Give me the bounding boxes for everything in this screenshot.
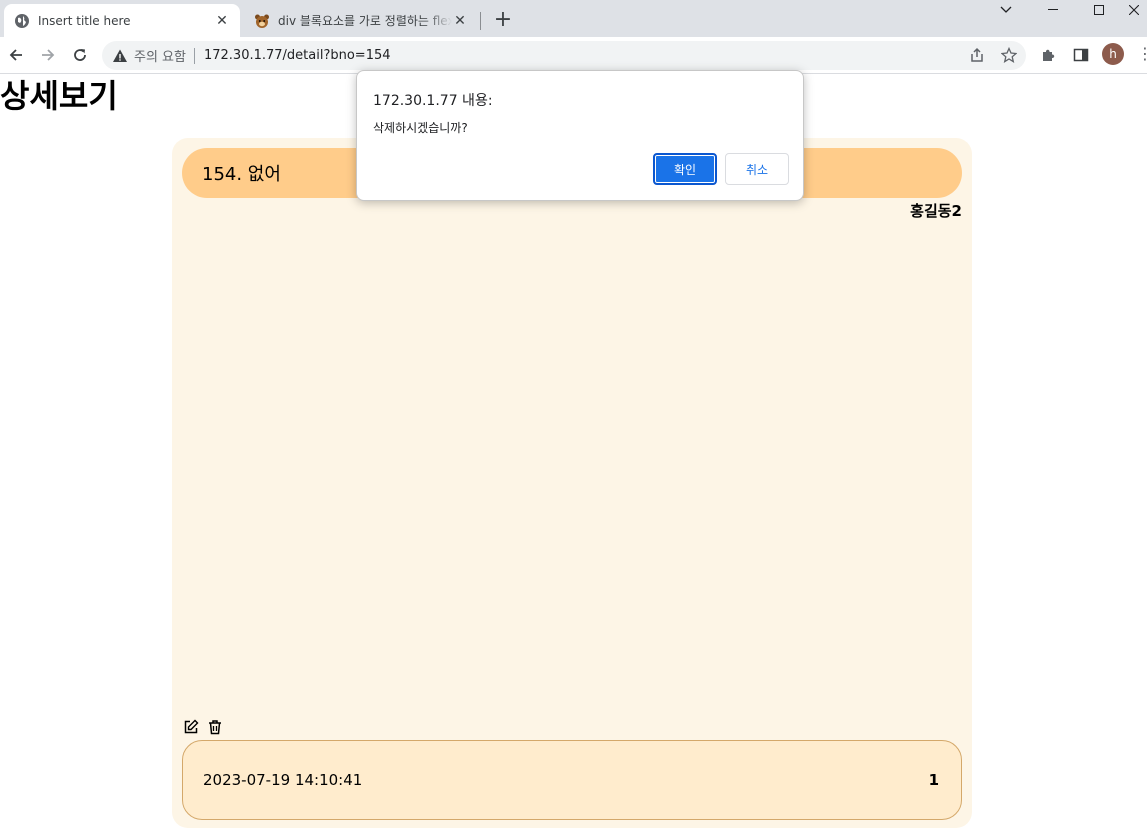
security-label: 주의 요함 (134, 50, 186, 65)
warning-triangle-icon[interactable] (112, 48, 128, 64)
post-writer: 홍길동2 (910, 202, 962, 220)
url-text: 172.30.1.77/detail?bno=154 (203, 48, 391, 63)
trash-icon[interactable] (206, 718, 224, 736)
close-icon[interactable]: ✕ (452, 13, 468, 29)
globe-icon (14, 13, 30, 29)
reload-button[interactable] (68, 43, 92, 67)
window-close-button[interactable] (1120, 0, 1147, 20)
minimize-button[interactable] (1030, 0, 1076, 20)
puzzle-icon[interactable] (1037, 43, 1061, 67)
edit-icon[interactable] (182, 718, 200, 736)
share-icon[interactable] (965, 43, 989, 67)
dialog-message: 삭제하시겠습니까? (373, 121, 468, 135)
star-icon[interactable] (997, 43, 1021, 67)
bear-icon (254, 13, 270, 29)
reload-icon (74, 49, 86, 61)
tab-search-icon[interactable] (983, 0, 1029, 20)
post-meta-bar: 2023-07-19 14:10:41 1 (182, 740, 962, 820)
browser-toolbar: 주의 요함 172.30.1.77/detail?bno=154 (0, 37, 1147, 74)
ok-button[interactable]: 확인 (653, 153, 717, 185)
post-actions (182, 718, 224, 736)
close-icon[interactable]: ✕ (214, 13, 230, 29)
back-button[interactable] (4, 43, 28, 67)
arrow-right-icon (42, 49, 55, 61)
view-count: 1 (928, 771, 939, 789)
dialog-origin: 172.30.1.77 내용: (373, 93, 493, 109)
cancel-button[interactable]: 취소 (725, 153, 789, 185)
tab-title: div 블록요소를 가로 정렬하는 flex (278, 14, 452, 28)
arrow-left-icon (9, 49, 22, 61)
tab-separator (480, 12, 481, 30)
address-bar[interactable]: 주의 요함 172.30.1.77/detail?bno=154 (102, 41, 1026, 70)
post-date: 2023-07-19 14:10:41 (203, 771, 363, 789)
avatar[interactable]: h (1102, 43, 1124, 65)
maximize-button[interactable] (1076, 0, 1122, 20)
tab-strip: Insert title here ✕ div 블록요소를 가로 정렬하는 fl… (0, 0, 1147, 37)
page-title: 상세보기 (0, 77, 118, 115)
forward-button[interactable] (36, 43, 60, 67)
tab-insert-title[interactable]: Insert title here ✕ (4, 4, 240, 37)
divider (193, 47, 195, 64)
confirm-dialog: 172.30.1.77 내용: 삭제하시겠습니까? 확인 취소 (356, 70, 804, 201)
more-icon[interactable]: ⋮ (1137, 44, 1147, 64)
post-card: 154. 없어 홍길동2 2023-07-19 14:10:41 1 (172, 138, 972, 828)
tab-title: Insert title here (38, 13, 131, 28)
side-panel-icon[interactable] (1069, 43, 1093, 67)
new-tab-button[interactable]: + (490, 8, 516, 34)
tab-flex[interactable]: div 블록요소를 가로 정렬하는 flex ✕ (244, 4, 478, 37)
